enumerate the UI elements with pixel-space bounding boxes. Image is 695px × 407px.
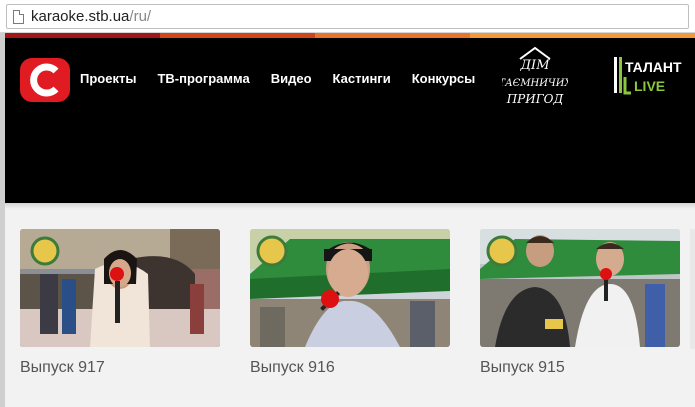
episode-card[interactable]: Выпуск 916 — [250, 229, 450, 377]
episode-thumbnail[interactable] — [480, 229, 680, 347]
nav-projects[interactable]: Проекты — [80, 71, 136, 86]
nav-castings[interactable]: Кастинги — [333, 71, 391, 86]
dim-tayemnychyh-pryhod-logo[interactable]: ДІМ ТАЄМНИЧИХ ПРИГОД — [502, 45, 568, 111]
episode-title[interactable]: Выпуск 915 — [480, 359, 680, 377]
address-bar: karaoke.stb.ua/ru/ — [0, 0, 695, 33]
nav-contests[interactable]: Конкурсы — [412, 71, 476, 86]
url-text: karaoke.stb.ua/ru/ — [31, 8, 151, 25]
nav-tv-program[interactable]: ТВ-программа — [157, 71, 249, 86]
episode-card[interactable]: Выпуск 917 — [20, 229, 220, 377]
talant-live-logo[interactable]: ТАЛАНТ LIVE — [612, 53, 690, 99]
scrollbar[interactable] — [690, 229, 695, 349]
header-stripe-red — [5, 33, 160, 38]
promo-1-line-3: ПРИГОД — [506, 92, 564, 106]
site-header: Проекты ТВ-программа Видео Кастинги Конк… — [5, 33, 695, 203]
promo-2-line-2: LIVE — [634, 78, 665, 94]
stb-c-icon — [30, 63, 59, 97]
url-path: /ru/ — [129, 8, 152, 25]
episode-thumbnail[interactable] — [250, 229, 450, 347]
page-icon — [13, 9, 24, 24]
episode-title[interactable]: Выпуск 917 — [20, 359, 220, 377]
episode-card[interactable]: Выпуск 915 — [480, 229, 680, 377]
stb-logo[interactable] — [20, 58, 70, 102]
episode-thumbnail[interactable] — [20, 229, 220, 347]
promo-1-line-2: ТАЄМНИЧИХ — [502, 78, 568, 89]
header-shadow — [5, 203, 695, 209]
promo-2-line-1: ТАЛАНТ — [625, 59, 682, 75]
episode-title[interactable]: Выпуск 916 — [250, 359, 450, 377]
main-nav: Проекты ТВ-программа Видео Кастинги Конк… — [80, 71, 496, 86]
url-host: karaoke.stb.ua — [31, 8, 130, 25]
header-stripe-orange-red — [160, 33, 315, 38]
promo-1-line-1: ДІМ — [519, 58, 550, 73]
header-stripe-amber — [470, 33, 695, 38]
url-field[interactable]: karaoke.stb.ua/ru/ — [6, 4, 689, 29]
nav-video[interactable]: Видео — [271, 71, 312, 86]
header-stripe-orange — [315, 33, 470, 38]
